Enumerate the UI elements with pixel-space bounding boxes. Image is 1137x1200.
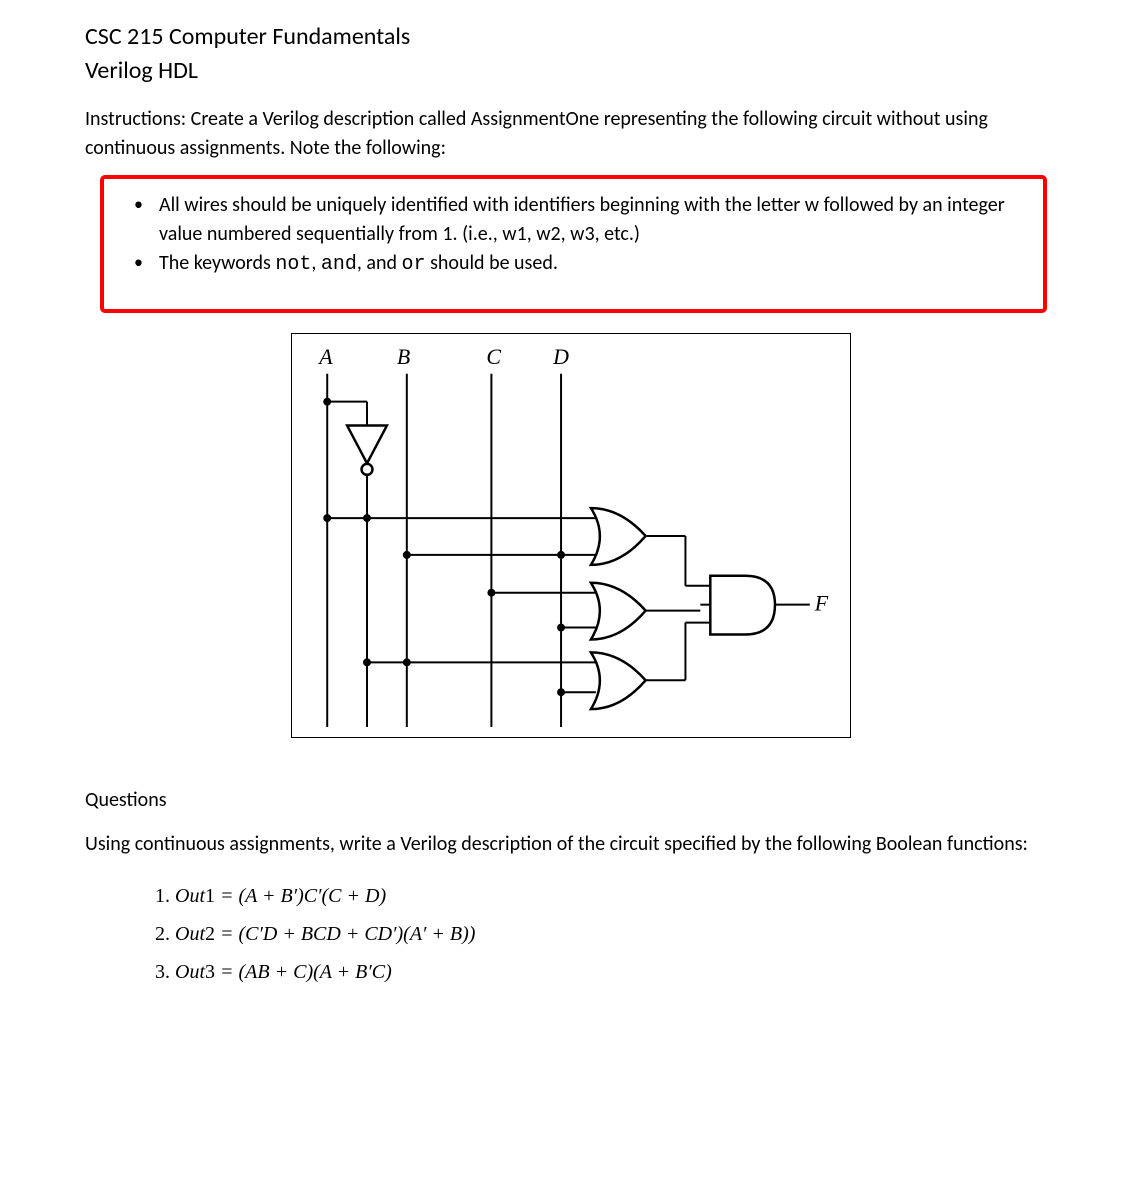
junction-g1-notA (363, 514, 371, 522)
bullet-2-kw3: or (402, 253, 426, 276)
input-label-A: A (317, 344, 333, 369)
equation-2: 2. Out2 = (C′D + BCD + CD′)(A′ + B)) (155, 915, 1057, 953)
junction-g1-D (557, 551, 565, 559)
bullet-2-kw2: and (321, 253, 357, 276)
junction-g2-C (487, 589, 495, 597)
bullet-2-kw1: not (275, 253, 311, 276)
subject-title: Verilog HDL (85, 54, 1057, 88)
title-section: CSC 215 Computer Fundamentals Verilog HD… (85, 20, 1057, 87)
junction-g1-B (403, 551, 411, 559)
bullet-1: All wires should be uniquely identified … (129, 191, 1023, 249)
bullet-1-text: All wires should be uniquely identified … (159, 193, 1005, 246)
junction-g3-notA (363, 659, 371, 667)
bullet-2-sep2: , and (357, 251, 402, 275)
bullet-2-part1: The keywords (159, 251, 275, 275)
equation-3: 3. Out3 = (AB + C)(A + B′C) (155, 953, 1057, 991)
or-gate-2-icon (591, 583, 646, 640)
questions-heading: Questions (85, 788, 1057, 812)
bullet-2-sep1: , (311, 251, 321, 275)
junction-A-tap (323, 398, 331, 406)
bullet-2-part2: should be used. (426, 251, 558, 275)
junction-g1-A (323, 514, 331, 522)
junction-g3-B (403, 659, 411, 667)
instructions-text: Instructions: Create a Verilog descripti… (85, 105, 1057, 163)
and-gate-icon (710, 576, 775, 635)
junction-g2-D (557, 624, 565, 632)
input-label-B: B (397, 344, 410, 369)
circuit-diagram: A B C D F (291, 333, 851, 738)
bullet-2: The keywords not, and, and or should be … (129, 249, 1023, 279)
questions-intro: Using continuous assignments, write a Ve… (85, 830, 1057, 859)
course-title: CSC 215 Computer Fundamentals (85, 20, 1057, 54)
or-gate-1-icon (591, 508, 646, 565)
highlighted-notes-box: All wires should be uniquely identified … (100, 175, 1047, 313)
not-gate-bubble (362, 464, 373, 475)
equations-list: 1. Out1 = (A + B′)C′(C + D) 2. Out2 = (C… (85, 877, 1057, 991)
equation-1: 1. Out1 = (A + B′)C′(C + D) (155, 877, 1057, 915)
input-label-C: C (486, 344, 501, 369)
output-label-F: F (814, 591, 829, 616)
junction-g3-D (557, 688, 565, 696)
circuit-diagram-container: A B C D F (85, 333, 1057, 743)
or-gate-3-icon (591, 653, 646, 710)
input-label-D: D (552, 344, 569, 369)
not-gate-icon (347, 426, 387, 464)
